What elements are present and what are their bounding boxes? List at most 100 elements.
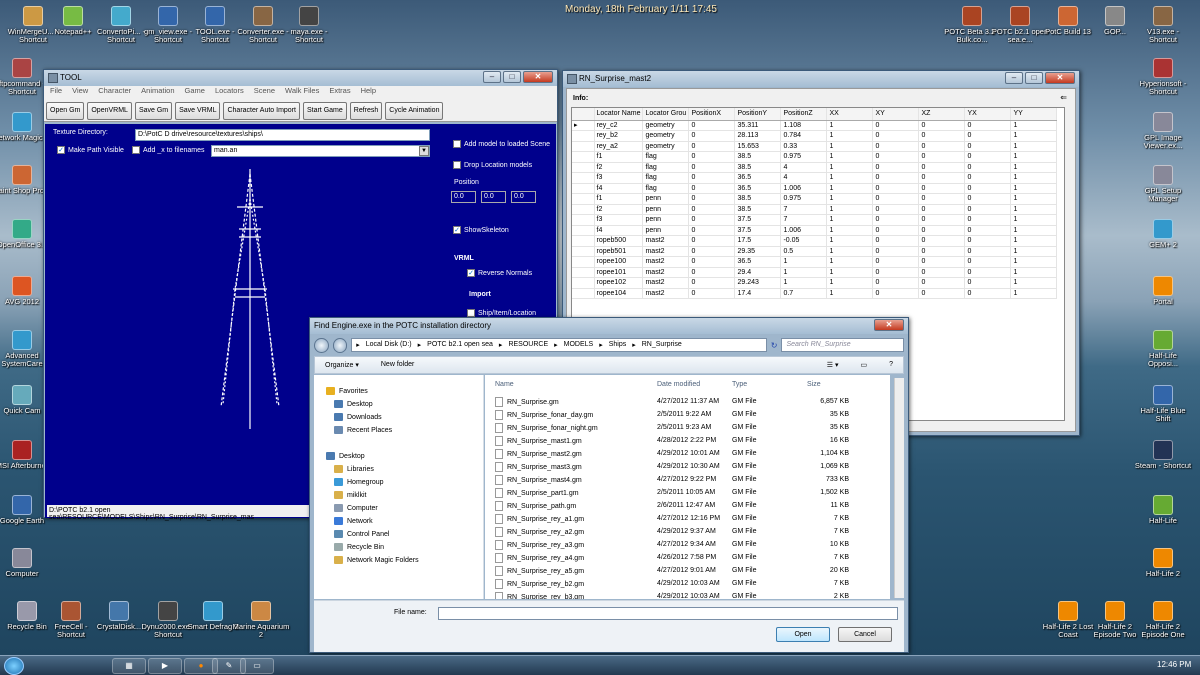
table-row[interactable]: f2 penn 0 38.5 7 1 0 0 0 1	[572, 204, 1058, 215]
desktop-icon[interactable]: V13.exe - Shortcut	[1133, 6, 1193, 44]
row-selector[interactable]	[572, 288, 595, 299]
nav-item[interactable]: Computer	[334, 504, 378, 512]
position-y-input[interactable]: 0.0	[481, 191, 506, 203]
menu-item[interactable]: Animation	[141, 86, 174, 97]
row-selector[interactable]	[572, 256, 595, 268]
menu-item[interactable]: Locators	[215, 86, 244, 97]
chevron-down-icon[interactable]: ▼	[419, 146, 429, 156]
nav-item[interactable]: Homegroup	[334, 478, 384, 486]
file-row[interactable]: RN_Surprise_part1.gm 2/5/2011 10:05 AM GM …	[485, 486, 890, 499]
view-icon[interactable]: ☰ ▾	[827, 361, 839, 369]
help-icon[interactable]: ?	[889, 361, 893, 369]
file-row[interactable]: RN_Surprise_rey_b2.gm 4/29/2012 10:03 AM G…	[485, 577, 890, 590]
row-selector[interactable]	[572, 246, 595, 257]
column-header-name[interactable]: Name	[495, 381, 514, 388]
desktop-icon[interactable]: GPL Image Viewer.ex...	[1133, 112, 1193, 150]
table-row[interactable]: ropee100 mast2 0 36.5 1 1 0 0 0 1	[572, 256, 1058, 268]
table-row[interactable]: ropeb500 mast2 0 17.5 -0.05 1 0 0 0 1	[572, 235, 1058, 247]
column-header[interactable]: PositionY	[734, 108, 782, 121]
desktop-icon[interactable]: Half-Life Opposi...	[1133, 330, 1193, 368]
file-row[interactable]: RN_Surprise.gm 4/27/2012 11:37 AM GM File 6…	[485, 395, 890, 408]
menu-item[interactable]: Character	[98, 86, 131, 97]
nav-item[interactable]: Recent Places	[334, 426, 392, 434]
desktop-icon[interactable]: Steam - Shortcut	[1133, 440, 1193, 470]
dialog-titlebar[interactable]: Find Engine.exe in the POTC installation…	[310, 318, 908, 334]
row-selector[interactable]	[572, 225, 595, 236]
column-header[interactable]: YX	[964, 108, 1012, 121]
file-row[interactable]: RN_Surprise_rey_b3.gm 4/29/2012 10:03 AM G…	[485, 590, 890, 599]
column-header-size[interactable]: Size	[807, 381, 821, 388]
search-input[interactable]: Search RN_Surprise	[781, 338, 904, 352]
back-icon[interactable]	[314, 337, 329, 353]
desktop-icon[interactable]: Half-Life 2	[1133, 548, 1193, 578]
row-selector[interactable]	[572, 214, 595, 226]
maximize-icon[interactable]: □	[503, 71, 521, 83]
file-row[interactable]: RN_Surprise_mast4.gm 4/27/2012 9:22 PM GM …	[485, 473, 890, 486]
preview-pane-icon[interactable]: ▭	[860, 361, 867, 369]
nav-item[interactable]: Downloads	[334, 413, 382, 421]
table-row[interactable]: ropee102 mast2 0 29.243 1 1 0 0 0 1	[572, 277, 1058, 289]
menu-item[interactable]: File	[50, 86, 62, 97]
file-row[interactable]: RN_Surprise_mast3.gm 4/29/2012 10:30 AM GM…	[485, 460, 890, 473]
nav-item[interactable]: Desktop	[334, 400, 373, 408]
menu-item[interactable]: Game	[185, 86, 205, 97]
close-icon[interactable]: ✕	[523, 71, 553, 83]
file-row[interactable]: RN_Surprise_rey_a2.gm 4/29/2012 9:37 AM GM…	[485, 525, 890, 538]
breadcrumb-item[interactable]: POTC b2.1 open sea	[427, 341, 493, 349]
start-button[interactable]	[4, 657, 24, 675]
row-selector[interactable]	[572, 277, 595, 289]
toolbar-button[interactable]: Open Gm	[46, 102, 85, 120]
file-row[interactable]: RN_Surprise_mast1.gm 4/28/2012 2:22 PM GM …	[485, 434, 890, 447]
breadcrumb-item[interactable]: Local Disk (D:)	[366, 341, 412, 349]
position-x-input[interactable]: 0.0	[451, 191, 476, 203]
desktop-icon[interactable]: Half-Life Blue Shift	[1133, 385, 1193, 423]
minimize-icon[interactable]: –	[483, 71, 501, 83]
desktop-icon[interactable]: maya.exe - Shortcut	[279, 6, 339, 44]
close-icon[interactable]: ✕	[1045, 72, 1075, 84]
maximize-icon[interactable]: □	[1025, 72, 1043, 84]
nav-item[interactable]: Libraries	[334, 465, 374, 473]
breadcrumb-item[interactable]: RN_Surprise	[642, 341, 682, 349]
nav-item[interactable]: Network	[334, 517, 373, 525]
column-header[interactable]: YY	[1010, 108, 1058, 121]
taskbar-media[interactable]: ▶	[148, 658, 182, 674]
drop-location-checkbox[interactable]: Drop Location models	[453, 161, 532, 169]
table-row[interactable]: ropeb501 mast2 0 29.35 0.5 1 0 0 0 1	[572, 246, 1058, 257]
reverse-normals-checkbox[interactable]: ✓ Reverse Normals	[467, 269, 532, 277]
row-selector[interactable]	[572, 130, 595, 142]
pin-icon[interactable]: ⇐	[1060, 93, 1067, 102]
toolbar-button[interactable]: OpenVRML	[87, 102, 132, 120]
row-selector[interactable]	[572, 172, 595, 184]
desktop-icon[interactable]: Portal	[1133, 276, 1193, 306]
table-row[interactable]: rey_a2 geometry 0 15.653 0.33 1 0 0 0 1	[572, 141, 1058, 152]
desktop-icon[interactable]: Hyperionsoft - Shortcut	[1133, 58, 1193, 96]
row-selector[interactable]	[572, 235, 595, 247]
toolbar-button[interactable]: Cycle Animation	[385, 102, 444, 120]
ship-item-checkbox[interactable]: Ship/Item/Location	[467, 309, 536, 317]
taskbar-window[interactable]: ▭	[240, 658, 274, 674]
toolbar-button[interactable]: Save Gm	[134, 102, 173, 120]
desktop-icon[interactable]: Computer	[0, 548, 52, 578]
table-row[interactable]: f4 flag 0 36.5 1.006 1 0 0 0 1	[572, 183, 1058, 194]
column-header[interactable]: PositionZ	[780, 108, 828, 121]
nav-item[interactable]: Recycle Bin	[334, 543, 384, 551]
desktop-icon[interactable]: Half-Life 2 Episode One	[1133, 601, 1193, 639]
column-header-type[interactable]: Type	[732, 381, 747, 388]
table-row[interactable]: f1 penn 0 38.5 0.975 1 0 0 0 1	[572, 193, 1058, 205]
add-model-checkbox[interactable]: Add model to loaded Scene	[453, 140, 550, 148]
column-header[interactable]: PositionX	[688, 108, 736, 121]
nav-item[interactable]: Favorites	[326, 387, 368, 395]
table-row[interactable]: f3 flag 0 36.5 4 1 0 0 0 1	[572, 172, 1058, 184]
breadcrumb-item[interactable]: MODELS	[564, 341, 594, 349]
open-button[interactable]: Open	[776, 627, 830, 642]
table-row[interactable]: f4 penn 0 37.5 1.006 1 0 0 0 1	[572, 225, 1058, 236]
rn-titlebar[interactable]: RN_Surprise_mast2 – □ ✕	[563, 71, 1079, 87]
column-header[interactable]: XZ	[918, 108, 966, 121]
toolbar-button[interactable]: Save VRML	[175, 102, 221, 120]
row-selector[interactable]	[572, 193, 595, 205]
nav-item[interactable]: Network Magic Folders	[334, 556, 419, 564]
table-row[interactable]: ▸ rey_c2 geometry 0 35.311 1.108 1 0 0 0 1	[572, 120, 1058, 131]
file-row[interactable]: RN_Surprise_path.gm 2/6/2011 12:47 AM GM F…	[485, 499, 890, 512]
nav-item[interactable]: Desktop	[326, 452, 365, 460]
menu-item[interactable]: Scene	[254, 86, 275, 97]
